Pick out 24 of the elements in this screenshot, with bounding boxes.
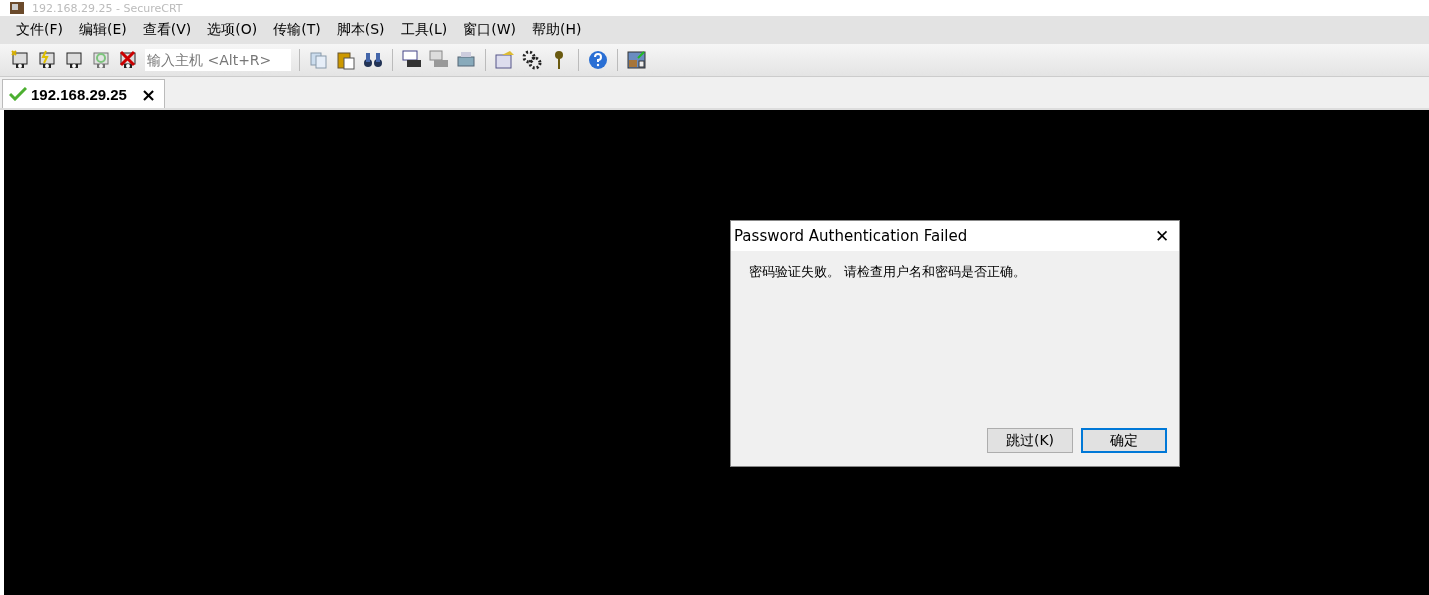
session-tab[interactable]: 192.168.29.25 × [2,79,166,108]
dialog-message: 密码验证失败。 请检查用户名和密码是否正确。 [748,263,1028,281]
help-icon[interactable] [587,49,609,71]
menu-item[interactable]: 文件(F) [8,21,71,39]
tab-label: 192.168.29.25 [31,85,127,103]
menu-item[interactable]: 脚本(S) [328,21,393,39]
menu-item[interactable]: 传输(T) [265,21,329,39]
dialog-button[interactable]: 跳过(K) [987,428,1073,453]
dialog-title: Password Authentication Failed [734,227,968,245]
menu-item[interactable]: 工具(L) [392,21,456,39]
menu-item[interactable]: 查看(V) [134,21,200,39]
close-button[interactable]: ✕ [1155,225,1169,247]
close-icon[interactable]: × [140,83,157,105]
keymap-icon[interactable] [626,49,648,71]
menu-item[interactable]: 窗口(W) [455,21,525,39]
terminal-area[interactable]: Password Authentication Failed ✕ 密码验证失败。 请检查用户名和密码是否正确。 跳过(K) 确定 [4,110,1429,595]
dialog-button[interactable]: 确定 [1081,428,1167,453]
window-title: 192.168.29.25 - SecureCRT [32,1,183,15]
menu-item[interactable]: 帮助(H) [524,21,590,39]
menu-item[interactable]: 编辑(E) [71,21,135,39]
menu-item[interactable]: 选项(O) [199,21,266,39]
app-icon [10,2,24,14]
paste-icon[interactable] [335,49,357,71]
host-field[interactable]: 输入主机 <Alt+R> [145,49,291,71]
